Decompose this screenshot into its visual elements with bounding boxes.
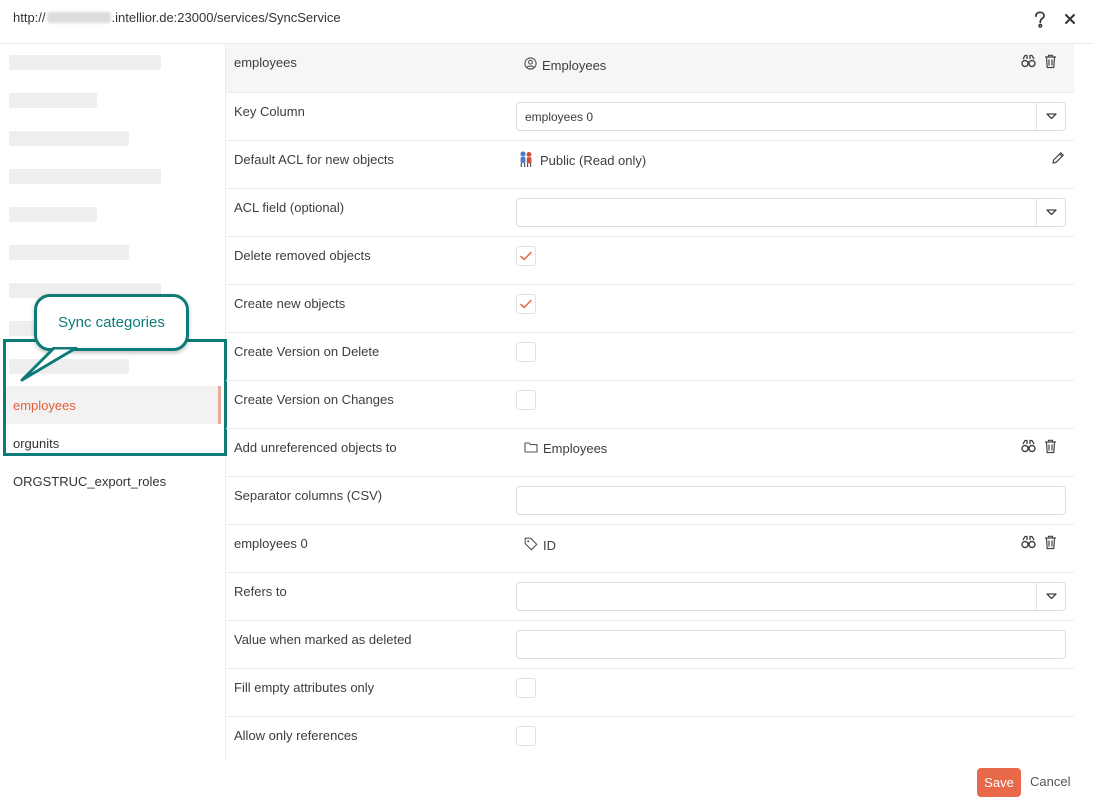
row-label: Fill empty attributes only (234, 680, 375, 695)
sidebar-item-orgstruc-export-roles[interactable]: ORGSTRUC_export_roles (5, 462, 221, 500)
dialog-header: http:// .intellior.de:23000/services/Syn… (0, 0, 1094, 40)
sync-categories-callout: Sync categories (34, 294, 189, 351)
close-icon[interactable] (1061, 10, 1079, 28)
attribute-mapping-row: employees 0 ID (226, 525, 1074, 573)
help-question-icon[interactable] (1031, 10, 1049, 28)
caret-down-icon[interactable] (1036, 103, 1065, 130)
row-label: employees (234, 55, 297, 70)
separator-columns-input[interactable] (516, 486, 1066, 515)
value-text: Employees (543, 441, 608, 456)
create-new-row: Create new objects (226, 285, 1074, 333)
row-label: employees 0 (234, 536, 308, 551)
row-label: Create new objects (234, 296, 346, 311)
service-url: http:// .intellior.de:23000/services/Syn… (13, 10, 341, 25)
placeholder-item (9, 169, 161, 184)
caret-down-icon[interactable] (1036, 583, 1065, 610)
default-acl-row: Default ACL for new objects Public (Read… (226, 141, 1074, 189)
trash-icon[interactable] (1042, 534, 1058, 550)
edit-pencil-icon[interactable] (1050, 150, 1066, 166)
placeholder-item (9, 131, 129, 146)
allow-references-row: Allow only references (226, 717, 1074, 765)
row-label: Allow only references (234, 728, 358, 743)
row-actions (1020, 438, 1058, 454)
key-column-select[interactable]: employees 0 (516, 102, 1066, 131)
sidebar-item-orgunits[interactable]: orgunits (5, 424, 221, 462)
cancel-button[interactable]: Cancel (1030, 774, 1070, 789)
checkmark-icon (520, 249, 532, 264)
placeholder-item (9, 359, 129, 374)
value-deleted-input[interactable] (516, 630, 1066, 659)
user-circle-icon (524, 57, 537, 73)
refers-to-row: Refers to (226, 573, 1074, 621)
row-label: Separator columns (CSV) (234, 488, 383, 503)
fill-empty-checkbox[interactable] (516, 678, 536, 698)
value-text: Public (Read only) (540, 153, 647, 168)
version-on-changes-row: Create Version on Changes (226, 381, 1074, 429)
acl-field-row: ACL field (optional) (226, 189, 1074, 237)
sidebar-item-employees[interactable]: employees (5, 386, 221, 424)
trash-icon[interactable] (1042, 438, 1058, 454)
target-class-value: Employees (524, 57, 606, 73)
trash-icon[interactable] (1042, 53, 1058, 69)
row-label: Refers to (234, 584, 287, 599)
acl-people-icon (518, 150, 535, 171)
version-on-delete-checkbox[interactable] (516, 342, 536, 362)
sidebar-item-label: employees (13, 397, 76, 413)
binoculars-icon[interactable] (1020, 534, 1036, 550)
row-actions (1020, 53, 1058, 69)
select-value: employees 0 (525, 109, 594, 124)
refers-to-select[interactable] (516, 582, 1066, 611)
placeholder-item (9, 207, 97, 222)
sync-settings-form: employees Employees Key Column employees… (226, 44, 1074, 765)
allow-references-checkbox[interactable] (516, 726, 536, 746)
row-label: Create Version on Changes (234, 392, 394, 407)
default-acl-value: Public (Read only) (518, 150, 646, 171)
value-text: ID (543, 538, 556, 553)
value-deleted-row: Value when marked as deleted (226, 621, 1074, 669)
fill-empty-row: Fill empty attributes only (226, 669, 1074, 717)
url-prefix: http:// (13, 10, 46, 25)
tag-icon (524, 537, 538, 554)
row-actions (1020, 534, 1058, 550)
category-sidebar: employees orgunits ORGSTRUC_export_roles (0, 44, 226, 760)
add-unreferenced-row: Add unreferenced objects to Employees (226, 429, 1074, 477)
delete-removed-row: Delete removed objects (226, 237, 1074, 285)
binoculars-icon[interactable] (1020, 438, 1036, 454)
row-label: Add unreferenced objects to (234, 440, 397, 455)
version-on-delete-row: Create Version on Delete (226, 333, 1074, 381)
category-header-row: employees Employees (226, 44, 1074, 93)
separator-columns-row: Separator columns (CSV) (226, 477, 1074, 525)
row-label: Key Column (234, 104, 305, 119)
row-label: Default ACL for new objects (234, 152, 394, 167)
sidebar-item-label: orgunits (13, 435, 60, 451)
attribute-target-value: ID (524, 537, 556, 554)
redacted-host (46, 12, 111, 23)
sidebar-item-label: ORGSTRUC_export_roles (13, 473, 167, 489)
url-suffix: .intellior.de:23000/services/SyncService (111, 10, 341, 25)
checkmark-icon (520, 297, 532, 312)
callout-text: Sync categories (58, 314, 165, 331)
binoculars-icon[interactable] (1020, 53, 1036, 69)
unreferenced-target-value: Employees (524, 441, 607, 456)
folder-icon (524, 441, 538, 456)
value-text: Employees (542, 57, 607, 73)
version-on-changes-checkbox[interactable] (516, 390, 536, 410)
row-label: Value when marked as deleted (234, 632, 412, 647)
row-label: Create Version on Delete (234, 344, 380, 359)
placeholder-item (9, 55, 161, 70)
save-button[interactable]: Save (977, 768, 1021, 797)
create-new-checkbox[interactable] (516, 294, 536, 314)
caret-down-icon[interactable] (1036, 199, 1065, 226)
placeholder-item (9, 93, 97, 108)
row-label: Delete removed objects (234, 248, 371, 263)
placeholder-item (9, 245, 129, 260)
row-label: ACL field (optional) (234, 200, 345, 215)
delete-removed-checkbox[interactable] (516, 246, 536, 266)
key-column-row: Key Column employees 0 (226, 93, 1074, 141)
acl-field-select[interactable] (516, 198, 1066, 227)
